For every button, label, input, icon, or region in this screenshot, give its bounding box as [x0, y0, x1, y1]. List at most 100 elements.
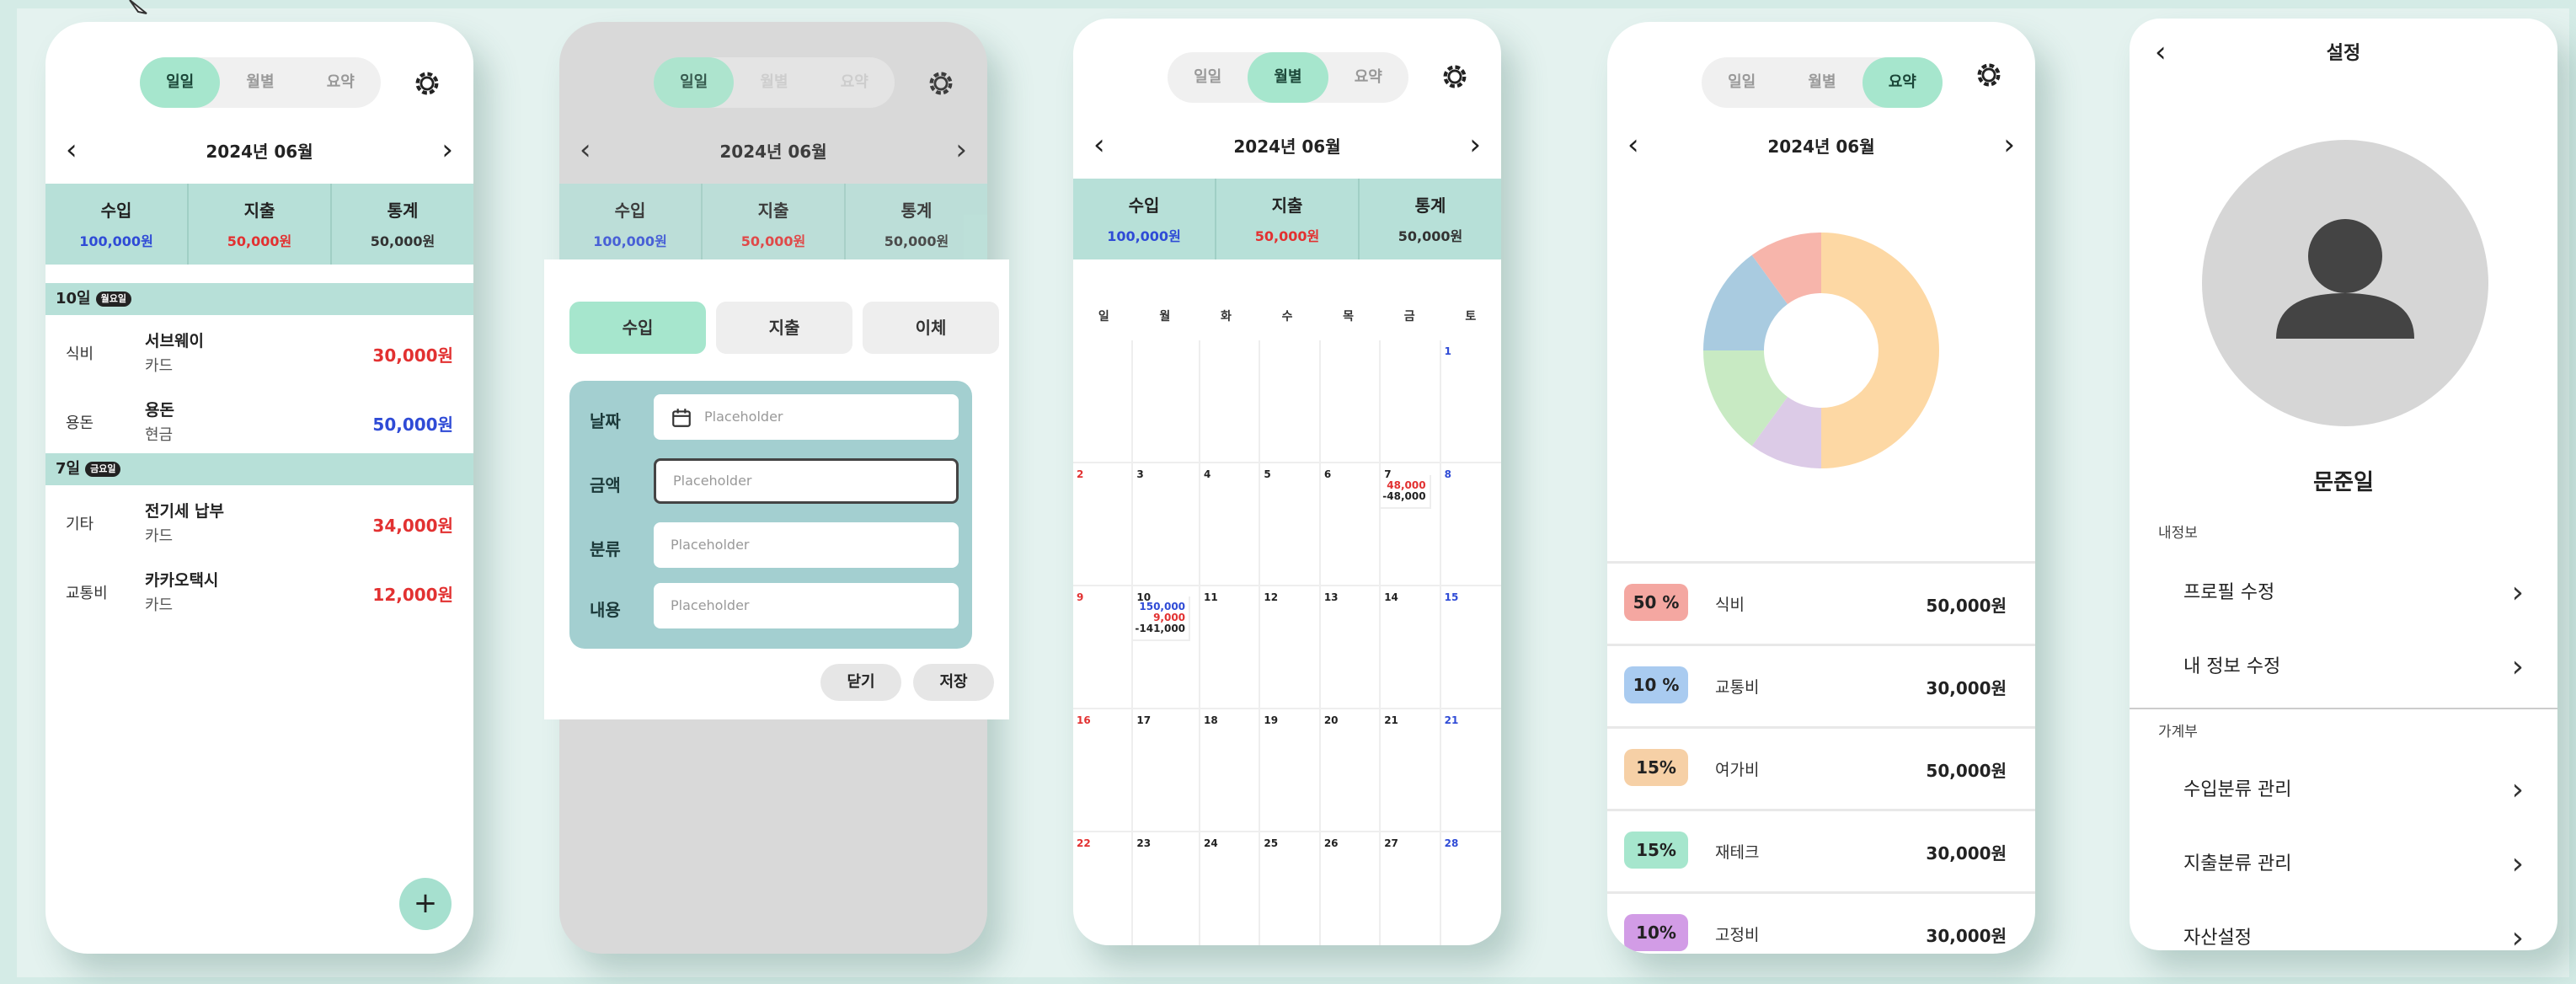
- calendar-day[interactable]: 14: [1381, 586, 1441, 709]
- category-name: 식비: [1715, 596, 1745, 614]
- tab-daily[interactable]: 일일: [654, 57, 735, 108]
- calendar-day[interactable]: 28: [1441, 832, 1501, 945]
- gear-icon[interactable]: [927, 69, 955, 98]
- day-net: -48,000: [1382, 490, 1426, 502]
- date-field[interactable]: Placeholder: [654, 394, 959, 440]
- calendar-day[interactable]: 5: [1260, 463, 1321, 586]
- weekday-fri: 금: [1403, 310, 1415, 324]
- asset-setting-item[interactable]: 자산설정 ›: [2130, 903, 2557, 950]
- total-label: 통계: [901, 201, 933, 221]
- category-field[interactable]: Placeholder: [654, 522, 959, 568]
- item-amount: 12,000원: [372, 585, 453, 605]
- gear-icon[interactable]: [1975, 61, 2003, 89]
- tab-daily[interactable]: 일일: [1702, 57, 1782, 108]
- profile-edit-item[interactable]: 프로필 수정 ›: [2130, 558, 2557, 628]
- calendar-day[interactable]: 19: [1260, 709, 1321, 832]
- percent-badge: 15%: [1624, 749, 1688, 786]
- calendar-day[interactable]: 9: [1073, 586, 1134, 709]
- summary-row[interactable]: 10 % 교통비 30,000원: [1607, 644, 2035, 726]
- tab-monthly[interactable]: 월별: [1248, 52, 1328, 103]
- calendar-day[interactable]: 22: [1073, 832, 1134, 945]
- calendar-day[interactable]: [1381, 340, 1441, 463]
- date-label: 날짜: [590, 411, 621, 431]
- summary-row[interactable]: 10% 고정비 30,000원: [1607, 891, 2035, 954]
- summary-bar: 수입 100,000원 지출 50,000원 통계 50,000원: [45, 184, 473, 265]
- calendar-day[interactable]: 4: [1200, 463, 1261, 586]
- calendar-day[interactable]: 2: [1073, 463, 1134, 586]
- memo-field[interactable]: Placeholder: [654, 583, 959, 628]
- next-month-icon[interactable]: ›: [1469, 128, 1481, 162]
- next-month-icon[interactable]: ›: [2003, 128, 2015, 162]
- info-edit-item[interactable]: 내 정보 수정 ›: [2130, 632, 2557, 703]
- calendar-day[interactable]: 25: [1260, 832, 1321, 945]
- calendar-day[interactable]: [1320, 340, 1382, 463]
- calendar-day[interactable]: 16: [1073, 709, 1134, 832]
- calendar-day[interactable]: 8: [1440, 463, 1501, 586]
- tab-summary[interactable]: 요약: [1328, 52, 1408, 103]
- calendar-day[interactable]: 1: [1440, 340, 1501, 463]
- calendar-day[interactable]: 6: [1320, 463, 1382, 586]
- calendar-day[interactable]: 24: [1200, 832, 1261, 945]
- item-name: 서브웨이: [145, 332, 204, 350]
- tab-transfer[interactable]: 이체: [863, 302, 999, 354]
- close-button[interactable]: 닫기: [820, 664, 901, 701]
- next-month-icon[interactable]: ›: [955, 133, 967, 167]
- tab-expense[interactable]: 지출: [716, 302, 852, 354]
- prev-month-icon[interactable]: ‹: [66, 133, 77, 167]
- calendar-day[interactable]: 21: [1440, 709, 1501, 832]
- item-payment: 카드: [145, 596, 174, 614]
- calendar-day[interactable]: [1260, 340, 1321, 463]
- tab-monthly[interactable]: 월별: [220, 57, 300, 108]
- calendar-day[interactable]: 7 48,000 -48,000: [1379, 463, 1441, 586]
- amount-field[interactable]: Placeholder: [654, 458, 959, 504]
- calendar-day[interactable]: 11: [1200, 586, 1261, 709]
- calendar-day[interactable]: [1133, 340, 1201, 463]
- summary-row[interactable]: 50 % 식비 50,000원: [1607, 561, 2035, 644]
- calendar-day[interactable]: 13: [1320, 586, 1382, 709]
- calendar-day[interactable]: [1200, 340, 1261, 463]
- calendar-day[interactable]: 27: [1381, 832, 1441, 945]
- calendar-day[interactable]: 21: [1381, 709, 1441, 832]
- category-name: 고정비: [1715, 926, 1760, 944]
- calendar-day[interactable]: 23: [1133, 832, 1201, 945]
- list-item[interactable]: 교통비 카카오택시 카드 12,000원: [45, 556, 473, 623]
- gear-icon[interactable]: [1440, 62, 1469, 91]
- income-category-item[interactable]: 수입분류 관리 ›: [2130, 755, 2557, 826]
- tab-income[interactable]: 수입: [569, 302, 706, 354]
- prev-month-icon[interactable]: ‹: [1093, 128, 1105, 162]
- expense-category-item[interactable]: 지출분류 관리 ›: [2130, 829, 2557, 900]
- prev-month-icon[interactable]: ‹: [1627, 128, 1639, 162]
- tab-monthly[interactable]: 월별: [734, 57, 814, 108]
- add-button[interactable]: +: [399, 878, 452, 930]
- calendar-day[interactable]: 26: [1321, 832, 1382, 945]
- prev-month-icon[interactable]: ‹: [580, 133, 591, 167]
- tab-daily[interactable]: 일일: [140, 57, 221, 108]
- calendar-day[interactable]: 20: [1320, 709, 1382, 832]
- calendar-day[interactable]: 17: [1133, 709, 1201, 832]
- gear-icon[interactable]: [413, 69, 441, 98]
- save-button[interactable]: 저장: [913, 664, 994, 701]
- calendar-day[interactable]: 18: [1200, 709, 1261, 832]
- calendar-day[interactable]: 15: [1440, 586, 1501, 709]
- summary-row[interactable]: 15% 여가비 50,000원: [1607, 726, 2035, 809]
- tab-summary[interactable]: 요약: [301, 57, 381, 108]
- summary-row[interactable]: 15% 재테크 30,000원: [1607, 809, 2035, 891]
- list-item[interactable]: 기타 전기세 납부 카드 34,000원: [45, 487, 473, 554]
- tab-monthly[interactable]: 월별: [1782, 57, 1862, 108]
- tab-summary[interactable]: 요약: [815, 57, 895, 108]
- chevron-right-icon: ›: [2511, 921, 2524, 950]
- tab-daily[interactable]: 일일: [1168, 52, 1248, 103]
- next-month-icon[interactable]: ›: [441, 133, 453, 167]
- list-item[interactable]: 용돈 용돈 현금 50,000원: [45, 386, 473, 453]
- day-number: 8: [1444, 468, 1451, 480]
- tab-summary[interactable]: 요약: [1862, 57, 1943, 108]
- list-item[interactable]: 식비 서브웨이 카드 30,000원: [45, 317, 473, 384]
- calendar-day[interactable]: 3: [1133, 463, 1201, 586]
- calendar-day[interactable]: 12: [1260, 586, 1321, 709]
- day-number: 9: [1077, 591, 1084, 603]
- weekday-mon: 월: [1159, 310, 1171, 324]
- summary-bar: 수입 100,000원 지출 50,000원 통계 50,000원: [559, 184, 987, 265]
- month-nav: ‹ 2024년 06월 ›: [1093, 128, 1481, 162]
- calendar-day[interactable]: [1073, 340, 1134, 463]
- calendar-day[interactable]: 10 150,000 9,000 -141,000: [1131, 586, 1201, 709]
